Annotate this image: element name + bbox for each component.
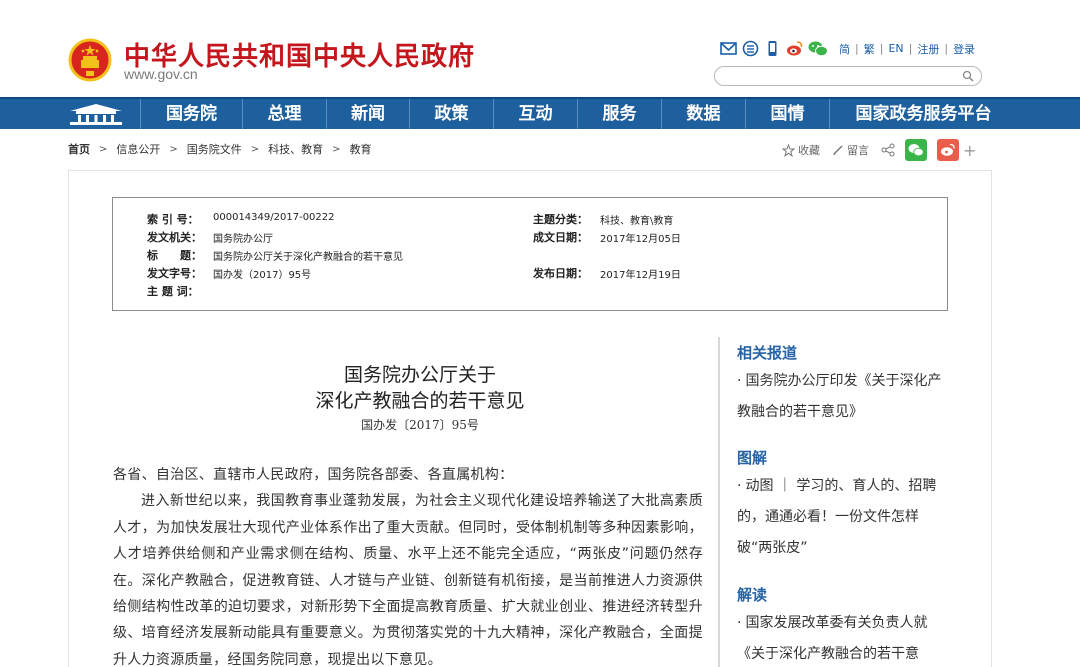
- nav-item-state-council[interactable]: 国务院: [140, 99, 242, 129]
- site-header: 中华人民共和国中央人民政府 www.gov.cn 简 | 繁 | EN | 注册…: [0, 0, 1080, 97]
- breadcrumb-info-disclosure[interactable]: 信息公开: [116, 141, 160, 157]
- divider: |: [944, 42, 949, 55]
- chevron-right-icon: >: [332, 143, 341, 155]
- article-title: 国务院办公厅关于 深化产教融合的若干意见: [270, 362, 570, 414]
- collect-button[interactable]: 收藏: [798, 142, 820, 158]
- divider: |: [855, 42, 859, 55]
- breadcrumb-state-council-docs[interactable]: 国务院文件: [187, 141, 242, 157]
- related-reports-heading: 相关报道: [737, 344, 798, 362]
- main-nav: 国务院 总理 新闻 政策 互动 服务 数据 国情 国家政务服务平台: [0, 97, 1080, 129]
- keywords-label: 主 题 词：: [147, 285, 199, 298]
- article-body: 各省、自治区、直辖市人民政府，国务院各部委、各直属机构： 进入新世纪以来，我国教…: [113, 462, 703, 667]
- wechat-icon[interactable]: [808, 40, 828, 57]
- wechat-share-button[interactable]: [905, 139, 927, 161]
- nav-item-service[interactable]: 服务: [577, 99, 661, 129]
- bullet: ·: [737, 615, 742, 631]
- breadcrumb-sci-edu[interactable]: 科技、教育: [268, 141, 323, 157]
- nav-item-interaction[interactable]: 互动: [493, 99, 577, 129]
- chevron-right-icon: >: [99, 143, 108, 155]
- register-link[interactable]: 注册: [917, 41, 939, 57]
- login-link[interactable]: 登录: [953, 41, 975, 57]
- index-label: 索 引 号：: [147, 213, 199, 226]
- rss-icon[interactable]: [742, 40, 759, 57]
- doc-number-label: 发文字号：: [147, 267, 202, 280]
- category-value: 科技、教育\教育: [600, 216, 674, 227]
- search-icon[interactable]: [962, 70, 974, 82]
- nav-item-gov-service-platform[interactable]: 国家政务服务平台: [829, 99, 1017, 129]
- issuer-value: 国务院办公厅: [213, 234, 273, 245]
- site-domain: www.gov.cn: [124, 66, 198, 82]
- breadcrumb-education[interactable]: 教育: [350, 141, 372, 157]
- divider: |: [908, 42, 913, 55]
- divider: |: [879, 42, 884, 55]
- nav-item-premier[interactable]: 总理: [242, 99, 326, 129]
- mail-icon[interactable]: [720, 40, 737, 57]
- published-date-value: 2017年12月19日: [600, 270, 681, 281]
- lang-traditional-link[interactable]: 繁: [864, 41, 875, 57]
- graphic-text[interactable]: 动图 ｜ 学习的、育人的、招聘的，通通必看！一份文件怎样破“两张皮”: [737, 478, 936, 556]
- article-title-line-1: 国务院办公厅关于: [343, 364, 496, 386]
- search-input[interactable]: [714, 66, 982, 86]
- national-emblem-icon[interactable]: [68, 38, 112, 82]
- lang-simplified-link[interactable]: 简: [839, 41, 850, 57]
- breadcrumb: 首页 > 信息公开 > 国务院文件 > 科技、教育 > 教育: [68, 141, 372, 157]
- more-share-button[interactable]: +: [963, 141, 976, 160]
- wechat-icon: [908, 144, 924, 157]
- article-salutation: 各省、自治区、直辖市人民政府，国务院各部委、各直属机构：: [113, 467, 514, 483]
- nav-item-news[interactable]: 新闻: [326, 99, 409, 129]
- graphic-heading: 图解: [737, 449, 768, 467]
- issuer-label: 发文机关：: [147, 231, 202, 244]
- bullet: ·: [737, 478, 742, 494]
- breadcrumb-home[interactable]: 首页: [68, 141, 90, 157]
- share-bar: 收藏 留言 +: [782, 139, 976, 161]
- created-date-label: 成文日期：: [533, 231, 588, 244]
- weibo-icon: [941, 143, 955, 156]
- article-doc-number: 国办发〔2017〕95号: [361, 418, 479, 432]
- related-report-text[interactable]: 国务院办公厅印发《关于深化产教融合的若干意见》: [737, 373, 941, 420]
- doc-number-value: 国办发（2017）95号: [213, 270, 312, 281]
- mobile-icon[interactable]: [764, 40, 781, 57]
- comment-button[interactable]: 留言: [847, 142, 869, 158]
- header-tools: 简 | 繁 | EN | 注册 | 登录: [720, 40, 975, 57]
- home-building-icon[interactable]: [66, 101, 126, 127]
- document-metadata-table: 索 引 号： 000014349/2017-00222 主题分类： 科技、教育\…: [112, 197, 948, 311]
- weibo-share-button[interactable]: [937, 139, 959, 161]
- chevron-right-icon: >: [169, 143, 178, 155]
- related-report-link[interactable]: · 国务院办公厅印发《关于深化产教融合的若干意见》: [737, 366, 952, 428]
- pencil-icon[interactable]: [832, 144, 844, 156]
- title-value: 国务院办公厅关于深化产教融合的若干意见: [213, 252, 403, 263]
- nav-item-policy[interactable]: 政策: [409, 99, 493, 129]
- published-date-label: 发布日期：: [533, 267, 588, 280]
- interpretation-heading: 解读: [737, 586, 768, 604]
- nav-item-national-info[interactable]: 国情: [745, 99, 829, 129]
- star-icon[interactable]: [782, 143, 795, 157]
- side-divider: [718, 337, 720, 667]
- language-links: 简 | 繁 | EN | 注册 | 登录: [839, 41, 975, 57]
- chevron-right-icon: >: [250, 143, 260, 155]
- weibo-icon[interactable]: [786, 40, 803, 57]
- interpretation-text[interactable]: 国家发展改革委有关负责人就《关于深化产教融合的若干意: [737, 615, 927, 662]
- share-icon[interactable]: [881, 143, 895, 157]
- category-label: 主题分类：: [533, 213, 588, 226]
- nav-item-data[interactable]: 数据: [661, 99, 745, 129]
- interpretation-link[interactable]: · 国家发展改革委有关负责人就《关于深化产教融合的若干意: [737, 608, 952, 667]
- graphic-link[interactable]: · 动图 ｜ 学习的、育人的、招聘的，通通必看！一份文件怎样破“两张皮”: [737, 471, 952, 564]
- index-value: 000014349/2017-00222: [213, 212, 335, 223]
- created-date-value: 2017年12月05日: [600, 234, 681, 245]
- title-label: 标 题：: [147, 249, 202, 262]
- article-paragraph: 进入新世纪以来，我国教育事业蓬勃发展，为社会主义现代化建设培养输送了大批高素质人…: [113, 493, 703, 667]
- lang-english-link[interactable]: EN: [888, 42, 903, 55]
- article-title-line-2: 深化产教融合的若干意见: [315, 390, 525, 412]
- bullet: ·: [737, 373, 742, 389]
